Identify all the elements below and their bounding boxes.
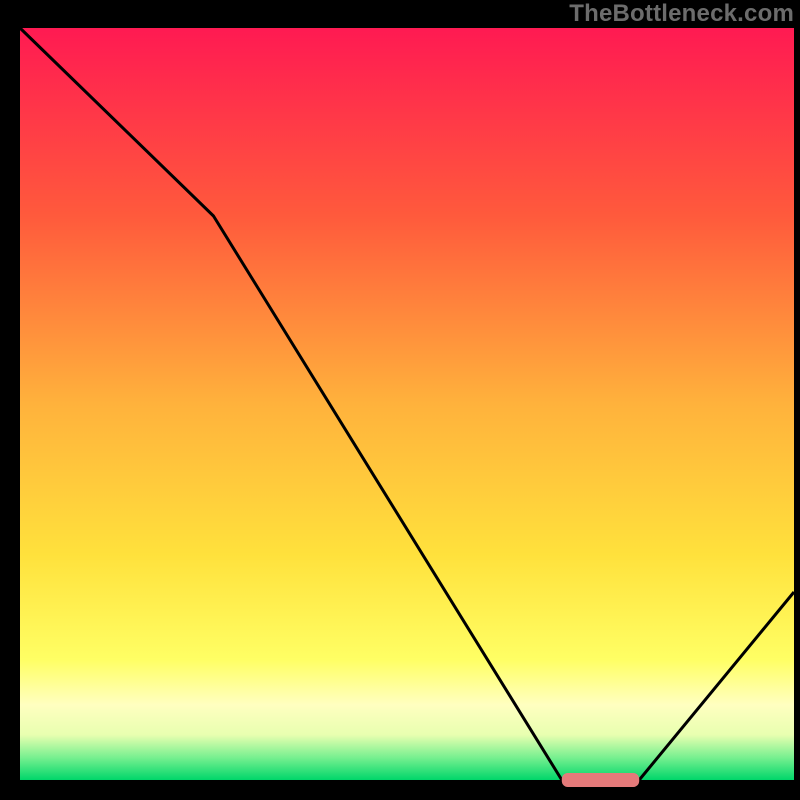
optimal-marker [562,773,639,787]
axis-left [0,0,20,800]
watermark-text: TheBottleneck.com [569,0,794,28]
chart-canvas [0,0,800,800]
axis-bottom [0,780,800,800]
bottleneck-chart: TheBottleneck.com [0,0,800,800]
axis-right [794,0,800,800]
